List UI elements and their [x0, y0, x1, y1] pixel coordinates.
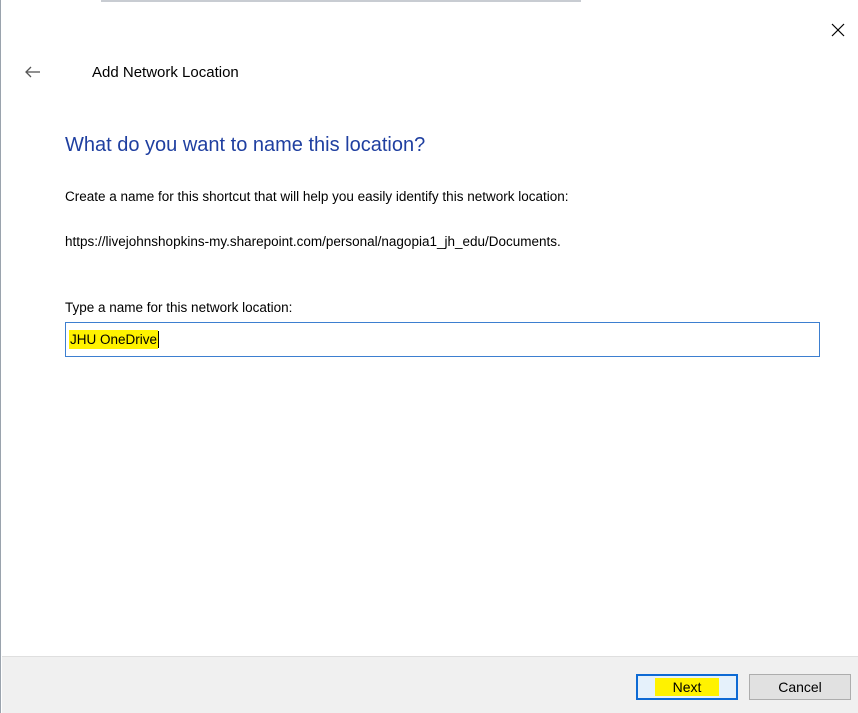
location-name-input[interactable]: JHU OneDrive — [65, 322, 820, 357]
back-button[interactable] — [19, 58, 47, 86]
dialog-footer: Next Cancel — [2, 656, 858, 713]
window-title: Add Network Location — [92, 64, 239, 81]
network-url-text: https://livejohnshopkins-my.sharepoint.c… — [65, 234, 561, 249]
text-caret — [158, 331, 160, 348]
description-text: Create a name for this shortcut that wil… — [65, 189, 569, 204]
add-network-location-dialog: Add Network Location What do you want to… — [0, 0, 858, 713]
cancel-button[interactable]: Cancel — [749, 674, 851, 700]
top-edge-strip — [101, 0, 581, 2]
close-icon — [831, 23, 845, 37]
next-button[interactable]: Next — [636, 674, 738, 700]
close-button[interactable] — [822, 14, 854, 46]
name-field-label: Type a name for this network location: — [65, 300, 293, 315]
page-heading: What do you want to name this location? — [65, 134, 426, 156]
next-button-label: Next — [654, 678, 720, 696]
location-name-value: JHU OneDrive — [69, 330, 159, 349]
back-arrow-icon — [25, 66, 40, 78]
